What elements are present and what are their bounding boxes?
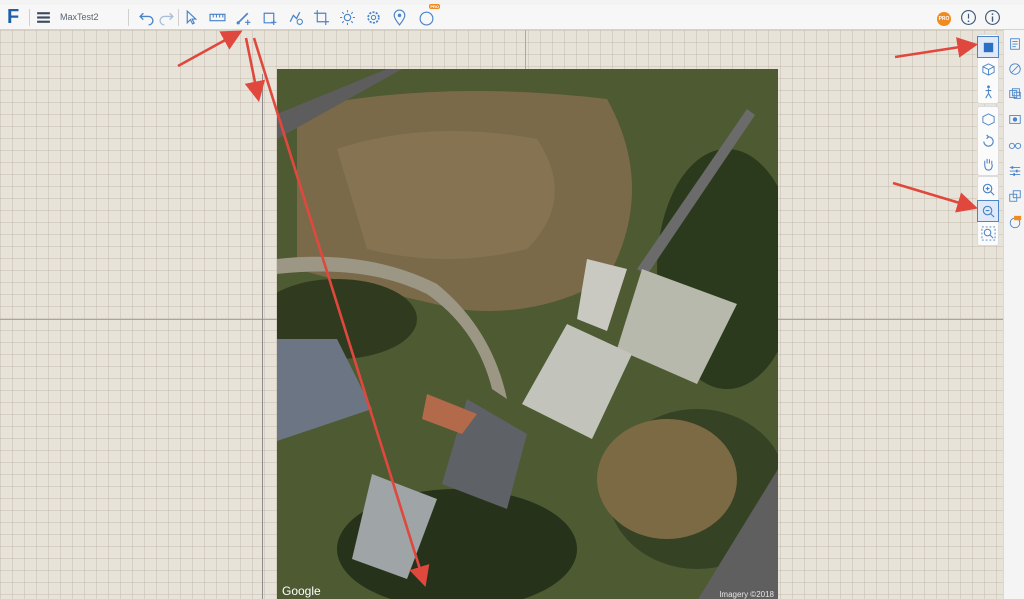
google-watermark: Google — [282, 584, 321, 598]
camera-button[interactable] — [1006, 110, 1024, 128]
redo-icon — [158, 12, 174, 26]
floors-button[interactable] — [1006, 187, 1024, 205]
redo-button[interactable] — [155, 7, 177, 28]
camera-icon — [1009, 115, 1021, 124]
location-button[interactable] — [388, 7, 410, 28]
draw-wall-icon — [236, 12, 250, 25]
properties-icon — [1010, 38, 1020, 50]
settings-button[interactable] — [362, 7, 384, 28]
help-button[interactable] — [957, 7, 979, 28]
draw-wall-button[interactable] — [232, 7, 254, 28]
zoom-in-button[interactable] — [978, 179, 998, 199]
zoom-fit-icon — [980, 225, 996, 241]
app-logo[interactable]: F — [7, 7, 23, 27]
aerial-photo — [277, 69, 778, 599]
materials-icon — [1009, 63, 1021, 75]
select-pointer-icon — [186, 9, 197, 25]
light-button[interactable] — [336, 7, 358, 28]
zoom-out-icon — [982, 205, 995, 218]
undo-icon — [138, 12, 154, 26]
3d-view-button[interactable] — [978, 59, 998, 79]
add-furniture-icon — [289, 11, 303, 25]
add-room-icon — [263, 12, 276, 25]
select-tool-button[interactable] — [180, 7, 202, 28]
project-name[interactable]: MaxTest2 — [60, 12, 99, 22]
zoom-tools — [977, 176, 999, 246]
pro-badge[interactable]: PRO — [937, 12, 951, 26]
views-button[interactable] — [1006, 136, 1024, 154]
light-icon — [339, 10, 355, 25]
pan-button[interactable] — [978, 153, 998, 173]
measure-icon — [208, 13, 226, 22]
menu-button[interactable] — [32, 7, 54, 28]
pro-mini-badge: PRO — [429, 4, 440, 9]
zoom-in-icon — [982, 183, 995, 196]
pro-objects-button[interactable] — [1006, 213, 1024, 231]
toolbar-divider — [29, 9, 30, 26]
undo-button[interactable] — [135, 7, 157, 28]
360-view-icon — [419, 11, 433, 26]
2d-view-button[interactable] — [977, 36, 999, 58]
materials-button[interactable] — [1006, 60, 1024, 78]
orbit-button[interactable] — [978, 109, 998, 129]
rotate-icon — [982, 134, 994, 147]
walkthrough-button[interactable] — [978, 81, 998, 101]
crop-icon — [313, 10, 329, 25]
zoom-fit-button[interactable] — [978, 223, 998, 243]
orbit-icon — [981, 112, 995, 126]
measure-tool-button[interactable] — [206, 7, 228, 28]
info-icon — [984, 10, 1000, 25]
view-mode-tools — [977, 34, 999, 104]
properties-button[interactable] — [1006, 35, 1024, 53]
crop-button[interactable] — [310, 7, 332, 28]
pro-objects-icon — [1009, 215, 1022, 229]
add-furniture-button[interactable] — [284, 7, 306, 28]
settings-gear-icon — [366, 11, 380, 24]
views-glasses-icon — [1008, 142, 1022, 149]
aerial-background-image[interactable]: Google Imagery ©2018 — [277, 69, 778, 599]
layers-icon — [1009, 88, 1021, 99]
settings-sliders-button[interactable] — [1006, 162, 1024, 180]
add-room-button[interactable] — [258, 7, 280, 28]
right-side-panel — [1003, 30, 1024, 599]
settings-sliders-icon — [1009, 166, 1021, 176]
imagery-credit: Imagery ©2018 — [719, 590, 774, 599]
info-button[interactable] — [981, 7, 1003, 28]
rotate-button[interactable] — [978, 131, 998, 151]
pan-hand-icon — [983, 158, 993, 171]
3d-view-icon — [981, 62, 995, 76]
zoom-out-button[interactable] — [977, 200, 999, 222]
navigation-tools — [977, 106, 999, 176]
layers-button[interactable] — [1006, 85, 1024, 103]
walkthrough-icon — [984, 84, 992, 98]
menu-icon — [36, 12, 50, 23]
location-pin-icon — [393, 9, 405, 26]
help-icon — [960, 10, 976, 25]
toolbar-divider — [128, 9, 129, 26]
top-toolbar: F MaxTest2 PRO PRO — [0, 4, 1024, 30]
2d-view-icon — [983, 42, 993, 52]
floorplan-canvas[interactable]: Google Imagery ©2018 — [0, 30, 1003, 599]
view-360-button[interactable]: PRO — [415, 4, 440, 28]
toolbar-divider — [178, 9, 179, 26]
floors-icon — [1009, 190, 1021, 202]
